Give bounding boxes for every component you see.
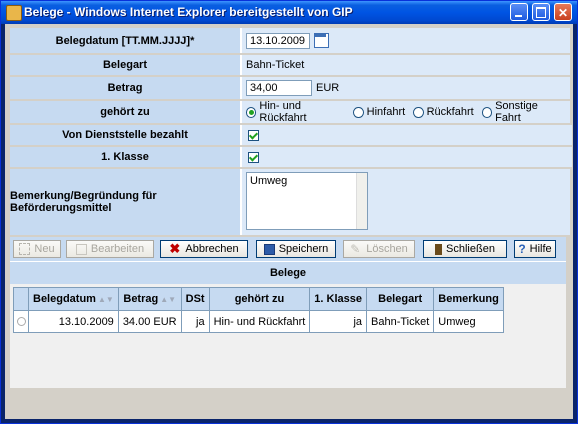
radio-rueckfahrt[interactable] (413, 106, 424, 118)
cell-belegart: Bahn-Ticket (365, 310, 435, 333)
radio-label-hinfahrt[interactable]: Hinfahrt (367, 106, 406, 118)
radio-hinfahrt[interactable] (353, 106, 364, 118)
betrag-input[interactable] (246, 80, 312, 96)
abbrechen-button[interactable]: ✖ Abbrechen (160, 240, 248, 258)
belegdatum-input[interactable] (246, 32, 310, 49)
close-icon: ✕ (557, 6, 569, 20)
dienststelle-label: Von Dienststelle bezahlt (62, 129, 188, 141)
sort-icon: ▲▼ (160, 295, 177, 304)
edit-icon (75, 243, 87, 255)
betrag-unit: EUR (316, 82, 340, 94)
cell-betrag: 34.00 EUR (117, 310, 182, 333)
dienststelle-checkbox[interactable] (248, 129, 259, 141)
belegdatum-label: Belegdatum [TT.MM.JJJJ]* (55, 34, 195, 47)
cell-dst: ja (180, 310, 210, 333)
textarea-scrollbar[interactable] (356, 172, 367, 229)
window-title: Belege - Windows Internet Explorer berei… (24, 5, 353, 19)
schliessen-button[interactable]: Schließen (423, 240, 507, 258)
close-button[interactable]: ✕ (554, 3, 572, 21)
column-header-betrag[interactable]: Betrag ▲▼ (117, 287, 182, 311)
cell-belegdatum: 13.10.2009 (28, 310, 119, 333)
hilfe-button[interactable]: ? Hilfe (514, 240, 556, 258)
row-bemerkung: Bemerkung/Begründung für Beförderungsmit… (10, 169, 570, 235)
column-header-klasse[interactable]: 1. Klasse (309, 287, 367, 311)
action-toolbar: Neu Bearbeiten ✖ Abbrechen Speichern ✎ Lös… (10, 237, 566, 261)
minimize-button[interactable] (510, 3, 528, 21)
cell-klasse: ja (309, 310, 367, 333)
loeschen-button[interactable]: ✎ Löschen (343, 240, 415, 258)
cell-bemerkung: Umweg (433, 310, 504, 333)
belegart-label: Belegart (102, 59, 148, 71)
radio-sonstige-fahrt[interactable] (481, 106, 493, 118)
app-icon (6, 5, 22, 21)
bemerkung-label: Bemerkung/Begründung für Beförderungsmit… (10, 190, 157, 214)
minimize-icon (515, 15, 522, 17)
table-header-row: Belegdatum ▲▼ Betrag ▲▼ DSt gehört zu 1. K… (13, 287, 504, 311)
cancel-x-icon: ✖ (169, 241, 181, 256)
neu-button[interactable]: Neu (13, 240, 61, 258)
belege-grid-area: Belegdatum ▲▼ Betrag ▲▼ DSt gehört zu 1. K… (10, 284, 566, 388)
delete-icon: ✎ (350, 242, 361, 256)
betrag-label: Betrag (107, 82, 143, 94)
column-header-belegart[interactable]: Belegart (365, 287, 435, 311)
door-exit-icon (435, 243, 443, 255)
column-header-belegdatum[interactable]: Belegdatum ▲▼ (28, 287, 119, 311)
maximize-button[interactable] (532, 3, 550, 21)
window-client: Belegdatum [TT.MM.JJJJ]* Belegart Bahn-T… (5, 24, 573, 419)
maximize-icon (536, 7, 546, 18)
help-question-icon: ? (518, 242, 526, 256)
belege-table: Belegdatum ▲▼ Betrag ▲▼ DSt gehört zu 1. K… (13, 287, 504, 333)
row-gehoert-zu: gehört zu Hin- und Rückfahrt Hinfahrt Rü… (10, 100, 570, 124)
row-belegart: Belegart Bahn-Ticket (10, 55, 570, 75)
row-dienststelle: Von Dienststelle bezahlt (10, 125, 572, 145)
row-klasse: 1. Klasse (10, 147, 572, 167)
radio-label-rueckfahrt[interactable]: Rückfahrt (427, 106, 474, 118)
radio-hin-und-rueckfahrt[interactable] (246, 106, 257, 118)
klasse-checkbox[interactable] (248, 151, 259, 163)
cell-gehoert-zu: Hin- und Rückfahrt (208, 310, 311, 333)
klasse-label: 1. Klasse (101, 151, 149, 163)
radio-label-hin-und-rueckfahrt[interactable]: Hin- und Rückfahrt (259, 100, 345, 124)
sort-icon: ▲▼ (97, 295, 114, 304)
calendar-icon[interactable] (314, 33, 329, 48)
table-row[interactable]: 13.10.2009 34.00 EUR ja Hin- und Rückfah… (13, 310, 504, 333)
new-document-icon (19, 243, 31, 255)
gehoert-zu-label: gehört zu (100, 106, 150, 118)
speichern-button[interactable]: Speichern (256, 240, 336, 258)
row-betrag: Betrag EUR (10, 77, 570, 99)
browser-window: Belege - Windows Internet Explorer berei… (0, 0, 578, 424)
column-header-gehoert-zu[interactable]: gehört zu (208, 287, 311, 311)
row-select-radio[interactable] (16, 317, 26, 327)
belegart-value: Bahn-Ticket (246, 59, 305, 71)
belege-section-title: Belege (10, 261, 566, 284)
row-belegdatum: Belegdatum [TT.MM.JJJJ]* (10, 28, 570, 53)
bearbeiten-button[interactable]: Bearbeiten (66, 240, 154, 258)
column-header-dst[interactable]: DSt (180, 287, 210, 311)
radio-label-sonstige-fahrt[interactable]: Sonstige Fahrt (495, 100, 562, 124)
row-select-cell[interactable] (13, 310, 29, 333)
save-disk-icon (263, 243, 275, 255)
title-bar[interactable]: Belege - Windows Internet Explorer berei… (1, 1, 577, 24)
select-column-header (13, 287, 29, 311)
bemerkung-textarea[interactable]: Umweg (246, 171, 368, 230)
column-header-bemerkung[interactable]: Bemerkung (433, 287, 504, 311)
